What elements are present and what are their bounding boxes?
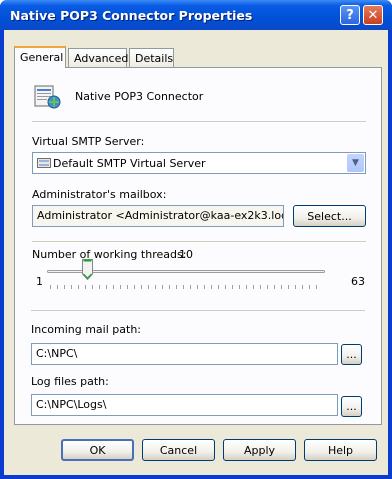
slider-min-label: 1 bbox=[36, 275, 43, 288]
close-icon: ✕ bbox=[367, 7, 379, 23]
title-bar[interactable]: Native POP3 Connector Properties ? ✕ bbox=[0, 0, 392, 30]
slider-max-label: 63 bbox=[351, 275, 365, 288]
smtp-server-value: Default SMTP Virtual Server bbox=[53, 157, 206, 170]
mailbox-field: Administrator <Administrator@kaa-ex2k3.l… bbox=[32, 205, 284, 227]
slider-ticks bbox=[50, 285, 322, 289]
ok-button[interactable]: OK bbox=[61, 439, 134, 461]
cancel-button[interactable]: Cancel bbox=[142, 439, 215, 461]
tab-general[interactable]: General bbox=[14, 46, 66, 68]
tab-details[interactable]: Details bbox=[129, 48, 174, 67]
divider bbox=[32, 241, 366, 242]
log-browse-button[interactable]: ... bbox=[341, 396, 362, 417]
incoming-browse-button[interactable]: ... bbox=[341, 344, 362, 365]
component-name: Native POP3 Connector bbox=[75, 90, 204, 103]
help-title-button[interactable]: ? bbox=[340, 5, 360, 25]
log-path-input[interactable]: C:\NPC\Logs\ bbox=[31, 394, 338, 416]
window-title: Native POP3 Connector Properties bbox=[10, 8, 253, 23]
smtp-server-select[interactable]: Default SMTP Virtual Server ▼ bbox=[32, 152, 366, 174]
threads-label: Number of working threads: bbox=[32, 248, 187, 261]
log-path-label: Log files path: bbox=[31, 375, 109, 388]
close-button[interactable]: ✕ bbox=[363, 5, 383, 25]
incoming-path-input[interactable]: C:\NPC\ bbox=[31, 343, 338, 365]
threads-value: 10 bbox=[179, 248, 193, 261]
select-mailbox-button[interactable]: Select... bbox=[293, 205, 366, 227]
threads-slider-thumb[interactable] bbox=[82, 259, 93, 280]
tab-advanced[interactable]: Advanced bbox=[68, 48, 128, 67]
apply-button[interactable]: Apply bbox=[223, 439, 296, 461]
mailbox-label: Administrator's mailbox: bbox=[32, 188, 167, 201]
chevron-down-icon[interactable]: ▼ bbox=[347, 154, 364, 172]
help-button[interactable]: Help bbox=[304, 439, 377, 461]
general-panel: Native POP3 Connector Virtual SMTP Serve… bbox=[14, 67, 382, 425]
server-icon bbox=[37, 158, 51, 168]
help-icon: ? bbox=[346, 7, 354, 23]
smtp-server-label: Virtual SMTP Server: bbox=[32, 135, 145, 148]
divider bbox=[31, 310, 365, 311]
divider bbox=[32, 121, 366, 122]
connector-icon bbox=[34, 85, 61, 109]
incoming-path-label: Incoming mail path: bbox=[31, 323, 141, 336]
